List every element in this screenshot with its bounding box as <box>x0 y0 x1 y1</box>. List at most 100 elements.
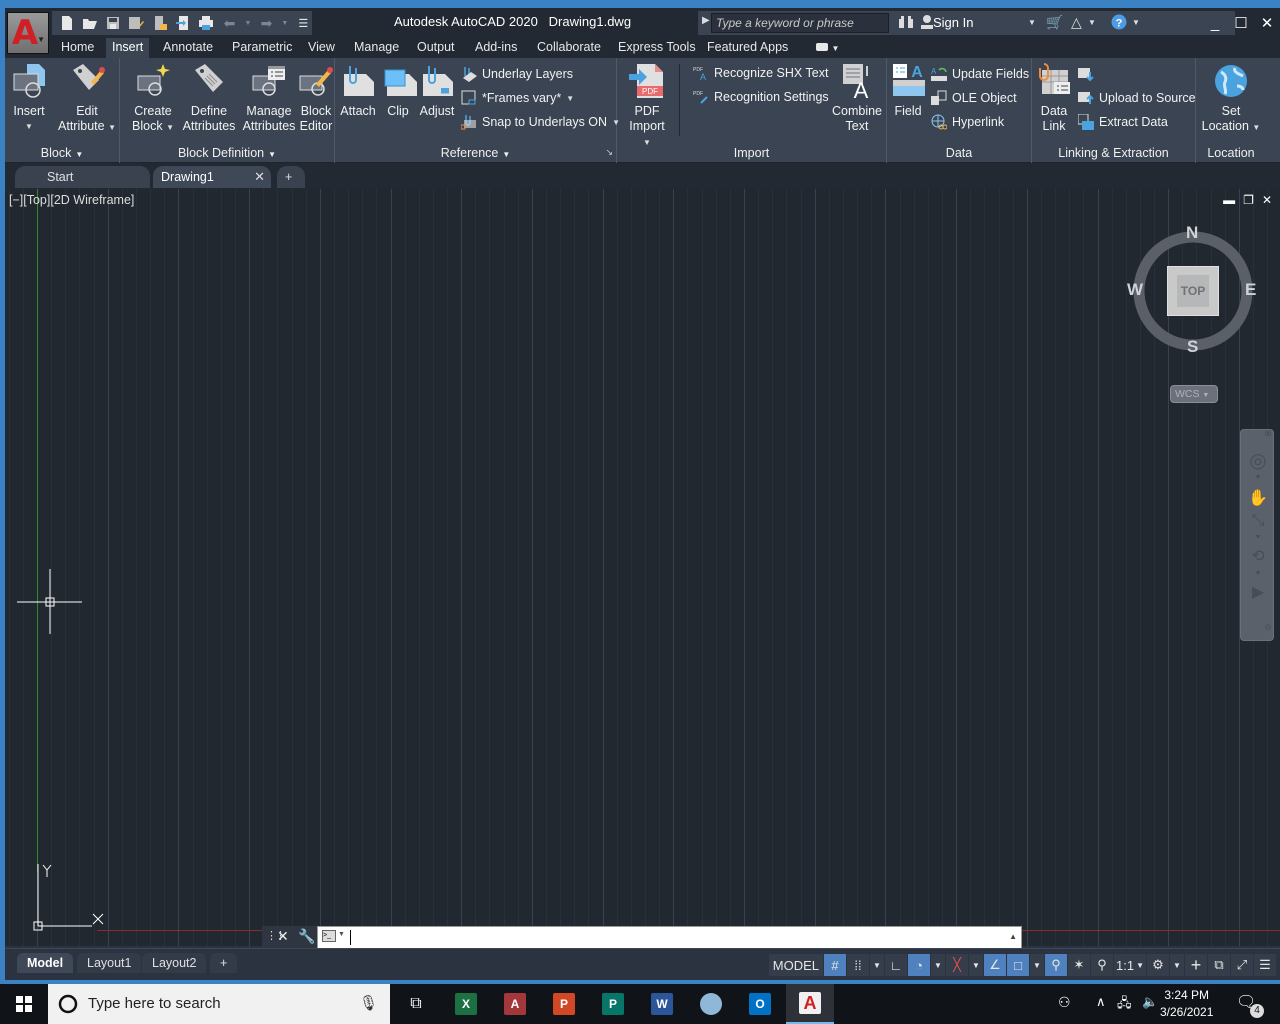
stay-connected-icon[interactable]: △ <box>1071 14 1082 31</box>
undo-dropdown-icon[interactable]: ▼ <box>244 14 252 32</box>
snap-toggle[interactable]: ⁞⁞ <box>847 954 869 976</box>
workspace-switching-button[interactable]: ⚙ <box>1147 954 1169 976</box>
polar-dropdown[interactable]: ▼ <box>931 954 945 976</box>
tab-home[interactable]: Home <box>55 38 100 58</box>
viewport-close-icon[interactable]: ✕ <box>1262 193 1272 207</box>
update-fields-button[interactable]: A Update Fields <box>931 64 1029 84</box>
navbar-close-icon[interactable]: ⊗ <box>1263 428 1273 439</box>
object-snap-toggle[interactable]: □ <box>1007 954 1029 976</box>
clip-button[interactable]: Clip <box>383 62 417 119</box>
close-button[interactable]: ✕ <box>1254 8 1280 38</box>
isolate-objects-button[interactable]: ⧉ <box>1208 954 1230 976</box>
underlay-layers-button[interactable]: Underlay Layers <box>461 64 573 84</box>
tab-collaborate[interactable]: Collaborate <box>531 38 607 58</box>
isodraft-toggle[interactable]: ╳ <box>946 954 968 976</box>
clean-screen-button[interactable]: ⤢ <box>1231 954 1253 976</box>
tab-output[interactable]: Output <box>411 38 461 58</box>
tab-view[interactable]: View <box>302 38 341 58</box>
compass-west[interactable]: W <box>1127 280 1143 300</box>
customize-icon[interactable]: ☰ <box>295 14 312 32</box>
ucs-menu[interactable]: WCS ▼ <box>1170 385 1218 403</box>
customization-button[interactable]: ☰ <box>1254 954 1276 976</box>
recognize-shx-text-button[interactable]: PDF A Recognize SHX Text <box>693 63 828 83</box>
new-tab-button[interactable]: + <box>277 166 305 188</box>
annotation-visibility-toggle[interactable]: ⚲ <box>1045 954 1067 976</box>
help-icon[interactable]: ? <box>1111 14 1127 33</box>
taskbar-access[interactable]: A <box>491 984 539 1024</box>
combine-text-button[interactable]: A Combine Text <box>831 62 883 134</box>
taskbar-paint[interactable] <box>687 984 735 1024</box>
plot-icon[interactable] <box>198 14 215 32</box>
annotation-scale-icon-button[interactable]: ⚲ <box>1091 954 1113 976</box>
taskbar-publisher[interactable]: P <box>589 984 637 1024</box>
viewcube-top-face[interactable]: TOP <box>1167 266 1219 316</box>
stay-connected-dropdown-icon[interactable]: ▼ <box>1088 18 1096 27</box>
hyperlink-button[interactable]: Hyperlink <box>931 112 1004 132</box>
taskbar-excel[interactable]: X <box>442 984 490 1024</box>
redo-dropdown-icon[interactable]: ▼ <box>281 14 289 32</box>
ribbon-minimize-toggle[interactable]: ▼ <box>810 38 845 58</box>
taskbar-search[interactable]: Type here to search 🎙 <box>48 984 390 1024</box>
undo-icon[interactable]: ⬅ <box>221 14 238 32</box>
sign-in-button[interactable]: Sign In <box>933 15 973 30</box>
tab-featured-apps[interactable]: Featured Apps <box>701 38 794 58</box>
customize-wrench-icon[interactable]: 🔧 <box>298 928 315 945</box>
drawing-area[interactable]: [−][Top][2D Wireframe] ▬ ❐ ✕ N S E W TOP… <box>5 189 1280 946</box>
pan-hand-icon[interactable]: ✋ <box>1247 488 1269 508</box>
define-attributes-button[interactable]: Define Attributes <box>180 62 238 134</box>
tab-insert[interactable]: Insert <box>106 38 150 58</box>
save-icon[interactable] <box>105 14 122 32</box>
polar-tracking-toggle[interactable]: ◔ <box>908 954 930 976</box>
new-layout-button[interactable]: + <box>210 953 238 973</box>
network-disconnected-icon[interactable]: 🖧 <box>1117 994 1132 1016</box>
chevron-down-icon[interactable]: ▼ <box>1247 534 1269 541</box>
ortho-toggle[interactable]: ∟ <box>885 954 907 976</box>
taskbar-word[interactable]: W <box>638 984 686 1024</box>
panel-label-reference[interactable]: Reference ▼ <box>335 146 616 160</box>
layout-tab-layout2[interactable]: Layout2 <box>142 953 207 973</box>
viewcube[interactable]: N S E W TOP <box>1127 223 1256 361</box>
autodesk-app-store-icon[interactable]: 🛒 <box>1046 14 1063 31</box>
extract-data-button[interactable]: Extract Data <box>1077 112 1168 132</box>
taskbar-autocad[interactable]: A <box>786 984 834 1024</box>
viewport-controls-label[interactable]: [−][Top][2D Wireframe] <box>9 193 134 207</box>
panel-label-block-definition[interactable]: Block Definition ▼ <box>120 146 334 160</box>
people-icon[interactable]: ⚇ <box>1058 994 1071 1011</box>
field-button[interactable]: A Field <box>891 62 925 119</box>
edit-attribute-button[interactable]: Edit Attribute ▼ <box>57 62 117 135</box>
help-dropdown-icon[interactable]: ▼ <box>1132 18 1140 27</box>
data-link-button[interactable]: Data Link <box>1036 62 1072 134</box>
showmotion-icon[interactable]: ▶ <box>1247 582 1269 602</box>
show-hidden-icons-chevron[interactable]: ∧ <box>1096 994 1106 1010</box>
chevron-down-icon[interactable]: ▼ <box>1247 474 1269 481</box>
file-tab-start[interactable]: Start <box>15 166 150 188</box>
model-space-button[interactable]: MODEL <box>768 954 823 976</box>
tab-express-tools[interactable]: Express Tools <box>612 38 702 58</box>
layout-tab-layout1[interactable]: Layout1 <box>77 953 142 973</box>
block-editor-button[interactable]: Block Editor <box>298 62 334 134</box>
viewport-minimize-icon[interactable]: ▬ <box>1223 193 1235 207</box>
expand-search-icon[interactable]: ▶ <box>702 15 710 26</box>
tab-add-ins[interactable]: Add-ins <box>469 38 523 58</box>
redo-icon[interactable]: ➡ <box>258 14 275 32</box>
chevron-down-icon[interactable]: ▼ <box>1247 570 1269 577</box>
navbar-options-icon[interactable]: ⊖ <box>1263 622 1273 633</box>
compass-north[interactable]: N <box>1186 223 1198 243</box>
object-snap-dropdown[interactable]: ▼ <box>1030 954 1044 976</box>
compass-south[interactable]: S <box>1187 337 1198 357</box>
close-command-line-icon[interactable]: ✕ <box>277 928 289 945</box>
command-history-toggle-icon[interactable]: ▲ <box>1009 932 1017 941</box>
compass-east[interactable]: E <box>1245 280 1256 300</box>
viewport-restore-icon[interactable]: ❐ <box>1243 193 1254 207</box>
snap-to-underlays-dropdown[interactable]: Snap to Underlays ON ▼ <box>460 112 620 132</box>
sign-in-dropdown-icon[interactable]: ▼ <box>1028 18 1036 27</box>
isodraft-dropdown[interactable]: ▼ <box>969 954 983 976</box>
user-icon[interactable] <box>920 14 934 33</box>
upload-to-source-button[interactable]: Upload to Source <box>1078 88 1196 108</box>
grid-toggle[interactable]: # <box>824 954 846 976</box>
tab-annotate[interactable]: Annotate <box>157 38 219 58</box>
panel-label-block[interactable]: Block ▼ <box>5 146 119 160</box>
open-icon[interactable] <box>81 14 98 32</box>
tab-parametric[interactable]: Parametric <box>226 38 298 58</box>
pdf-import-button[interactable]: PDF PDF Import ▼ <box>625 62 669 150</box>
